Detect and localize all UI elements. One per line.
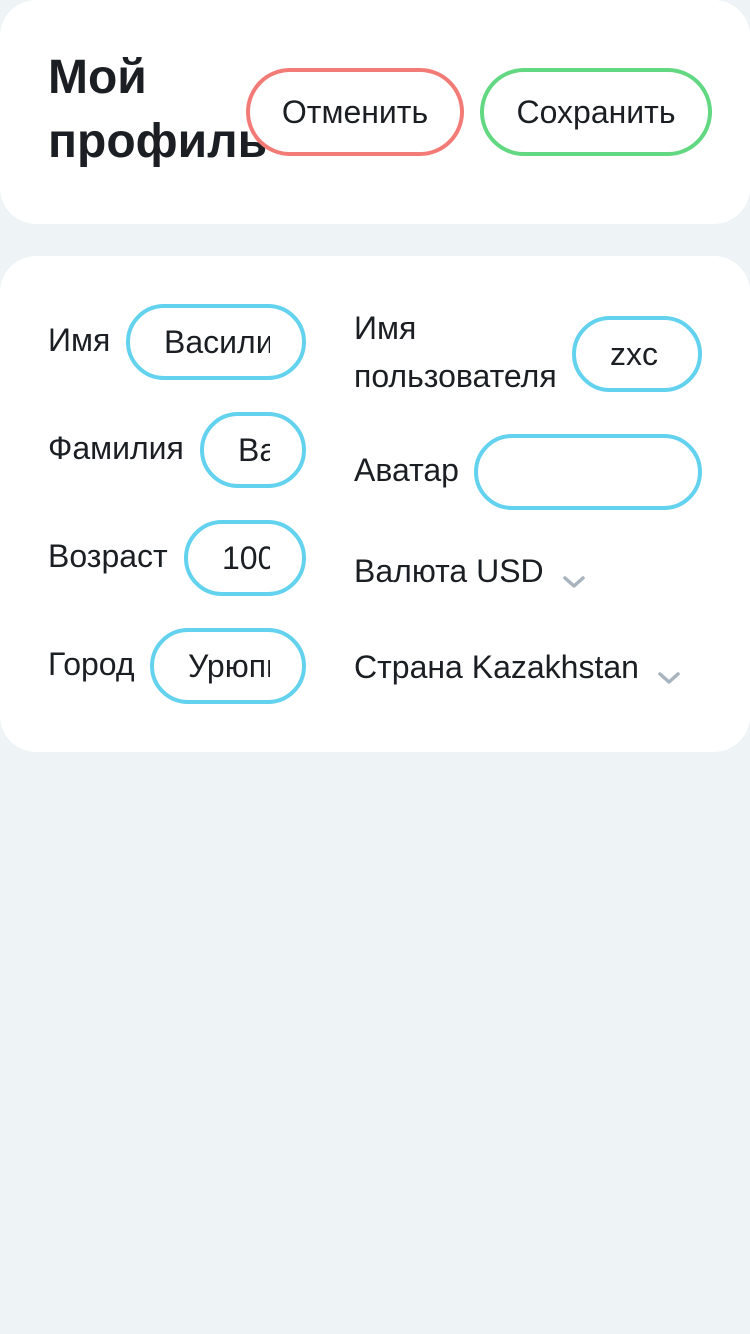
country-label: Страна [354, 649, 463, 685]
city-label: Город [48, 646, 135, 682]
username-label: Имя пользователя [354, 310, 557, 394]
country-value: Kazakhstan [471, 649, 639, 685]
currency-label: Валюта [354, 553, 468, 589]
country-select[interactable]: Страна Kazakhstan [354, 643, 681, 691]
first-name-label: Имя [48, 322, 111, 358]
avatar-field[interactable] [474, 434, 702, 510]
last-name-field[interactable] [200, 412, 306, 488]
username-field[interactable] [572, 316, 702, 392]
save-button[interactable]: Сохранить [480, 68, 712, 156]
city-field[interactable] [150, 628, 306, 704]
first-name-field[interactable] [126, 304, 306, 380]
page-title: Мой профиль [48, 51, 268, 168]
chevron-down-icon [562, 559, 586, 588]
avatar-label: Аватар [354, 452, 459, 488]
header-card: Мой профиль Отменить Сохранить [0, 0, 750, 224]
chevron-down-icon [657, 655, 681, 684]
cancel-button[interactable]: Отменить [246, 68, 464, 156]
last-name-label: Фамилия [48, 430, 184, 466]
profile-form-card: Имя Фамилия Возраст Город Имя пользовате… [0, 256, 750, 752]
currency-select[interactable]: Валюта USD [354, 547, 586, 595]
age-label: Возраст [48, 538, 168, 574]
age-field[interactable] [184, 520, 306, 596]
currency-value: USD [476, 553, 544, 589]
